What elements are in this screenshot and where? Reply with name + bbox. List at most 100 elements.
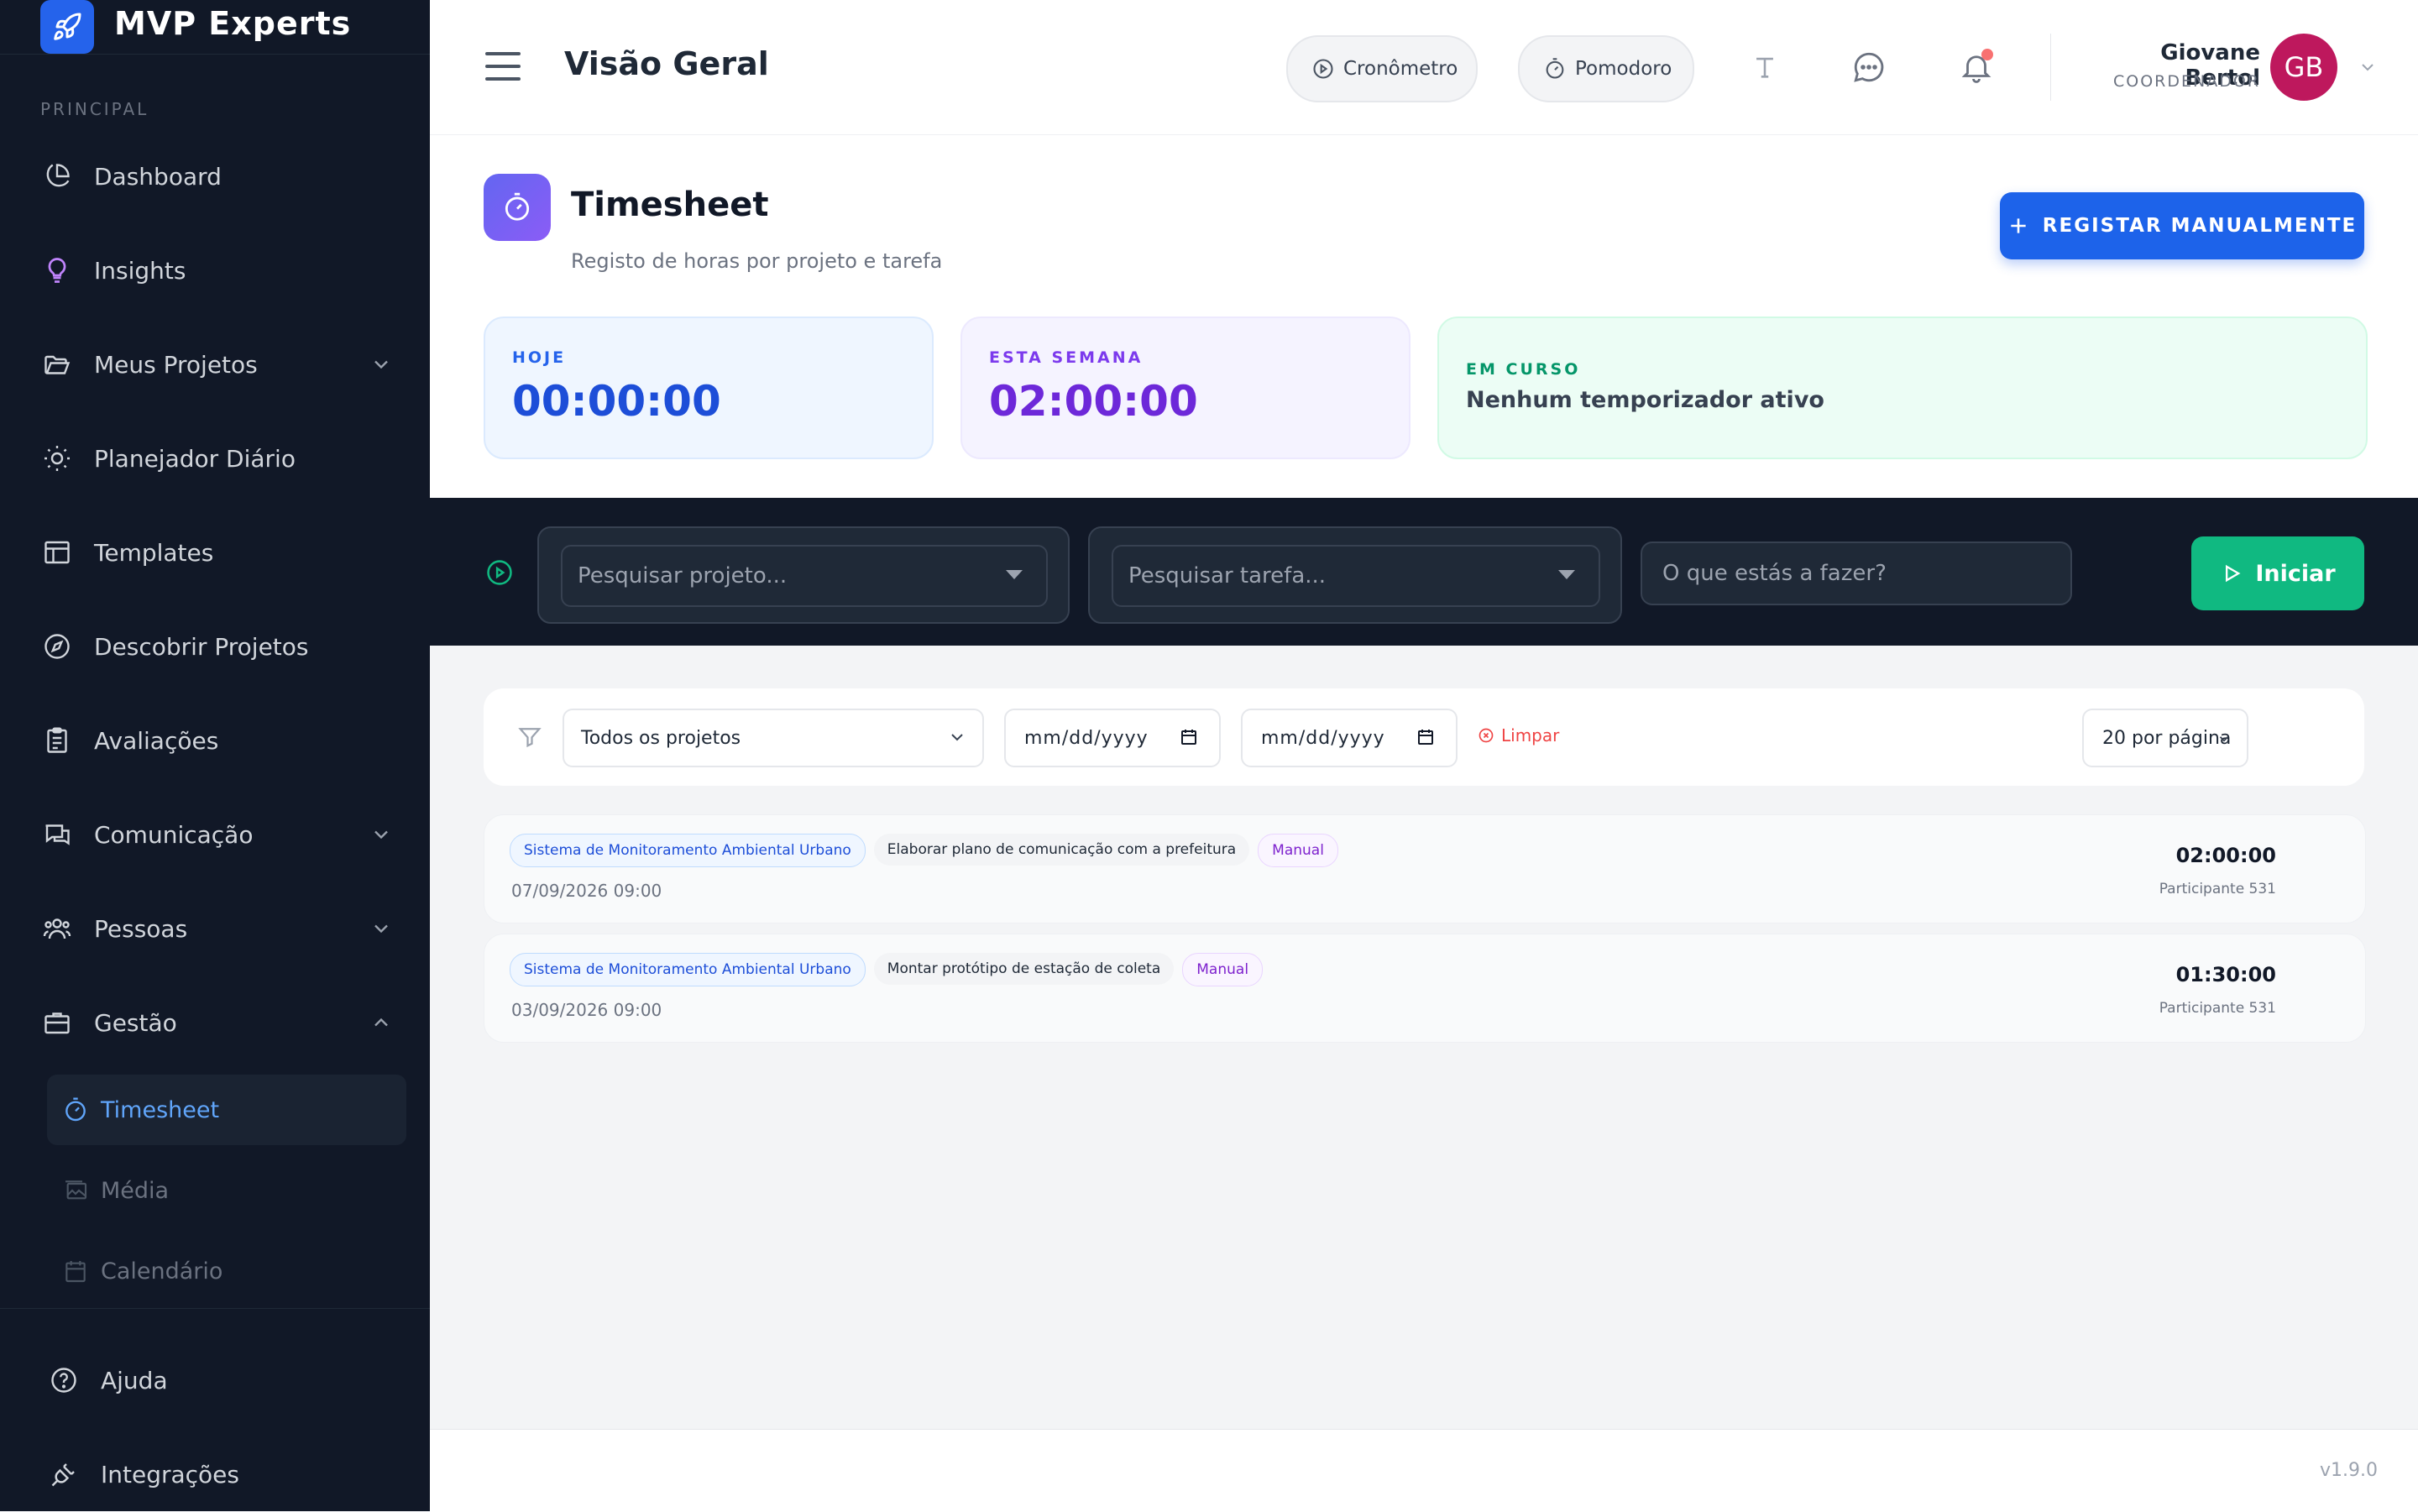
clear-filters-link[interactable]: Limpar [1478,725,1559,746]
sidebar-item-descobrir[interactable]: Descobrir Projetos [40,621,393,672]
footer: v1.9.0 [430,1429,2418,1512]
list-item[interactable]: Sistema de Monitoramento Ambiental Urban… [484,814,2366,923]
sidebar-subitem-media[interactable]: Média [47,1155,406,1226]
bell-icon[interactable] [1956,47,1997,87]
task-select[interactable]: Pesquisar tarefa... [1112,545,1600,607]
sun-icon [40,442,74,475]
calendar-icon[interactable] [1416,727,1436,752]
sidebar-item-label: Dashboard [94,162,222,191]
version-label: v1.9.0 [2320,1460,2378,1481]
pie-chart-icon [40,160,74,193]
entry-duration: 01:30:00 [2175,963,2276,986]
sidebar-item-insights[interactable]: Insights [40,245,393,296]
sidebar-divider [0,1308,430,1309]
chevron-down-icon[interactable] [369,823,393,850]
brand-name: MVP Experts [114,5,352,42]
project-select[interactable]: Pesquisar projeto... [561,545,1048,607]
sidebar-item-planejador[interactable]: Planejador Diário [40,433,393,484]
chat-icon [40,818,74,851]
chevron-down-icon[interactable] [369,353,393,379]
menu-icon[interactable] [485,50,521,82]
user-role: COORDENADOR [2112,72,2260,91]
sidebar-item-meus-projetos[interactable]: Meus Projetos [40,339,393,390]
timer-icon [1543,57,1567,81]
timesheet-title: Timesheet [571,186,769,224]
date-from-input[interactable]: mm/dd/yyyy [1004,709,1221,767]
plug-icon [47,1457,81,1491]
filter-bar: Todos os projetos mm/dd/yyyy mm/dd/yyyy … [484,688,2364,786]
sidebar-subitem-timesheet[interactable]: Timesheet [47,1075,406,1145]
pomodoro-button[interactable]: Pomodoro [1518,35,1694,102]
chevron-down-icon[interactable] [369,917,393,944]
stat-label-week: ESTA SEMANA [989,348,1144,367]
sidebar-item-gestao[interactable]: Gestão [40,997,393,1048]
start-button[interactable]: Iniciar [2191,536,2364,610]
project-filter-select[interactable]: Todos os projetos [563,709,984,767]
brand[interactable]: MVP Experts [0,0,430,55]
sidebar-item-integracoes[interactable]: Integrações [47,1449,400,1499]
text-size-icon[interactable] [1745,47,1785,87]
list-item[interactable]: Sistema de Monitoramento Ambiental Urban… [484,934,2366,1043]
per-page-value: 20 por página [2102,727,2232,749]
date-to-input[interactable]: mm/dd/yyyy [1241,709,1458,767]
entry-participant: Participante 531 [2159,1000,2276,1017]
sidebar-item-pessoas[interactable]: Pessoas [40,903,393,954]
play-icon [2220,562,2243,585]
sidebar-item-dashboard[interactable]: Dashboard [40,151,393,201]
sidebar-item-ajuda[interactable]: Ajuda [47,1355,400,1405]
entry-duration: 02:00:00 [2175,844,2276,867]
stat-card-today: HOJE 00:00:00 [484,317,934,459]
timesheet-subtitle: Registo de horas por projeto e tarefa [571,249,943,273]
sidebar-item-label: Avaliações [94,726,219,755]
layout-icon [40,536,74,569]
stat-value-running: Nenhum temporizador ativo [1466,387,1824,413]
stopwatch-icon [484,174,551,241]
sidebar-subitem-label: Média [101,1177,170,1204]
chevron-down-icon [947,727,967,752]
type-badge: Manual [1182,953,1264,986]
avatar[interactable]: GB [2270,34,2337,101]
entry-date: 07/09/2026 09:00 [511,881,662,901]
sidebar-subitem-calendario[interactable]: Calendário [47,1236,406,1306]
stopwatch-icon [60,1095,91,1125]
register-manual-label: REGISTAR MANUALMENTE [2042,215,2358,237]
x-circle-icon [1478,727,1494,744]
pomodoro-label: Pomodoro [1575,58,1672,80]
sidebar-item-comunicacao[interactable]: Comunicação [40,809,393,860]
folder-icon [40,348,74,381]
sidebar-item-avaliacoes[interactable]: Avaliações [40,715,393,766]
help-icon [47,1363,81,1397]
compass-icon [40,630,74,663]
sidebar-item-templates[interactable]: Templates [40,527,393,578]
per-page-select[interactable]: 20 por página [2082,709,2248,767]
sidebar-item-label: Descobrir Projetos [94,632,309,661]
calendar-icon[interactable] [1179,727,1199,752]
caret-down-icon [1558,570,1575,579]
type-badge: Manual [1258,834,1338,867]
rocket-icon [40,0,94,54]
header-separator [2050,34,2051,101]
register-manual-button[interactable]: REGISTAR MANUALMENTE [2000,192,2364,259]
sidebar-item-label: Insights [94,256,186,285]
entry-tags: Sistema de Monitoramento Ambiental Urban… [510,834,1347,867]
sidebar-subitem-label: Timesheet [101,1096,220,1123]
sidebar: MVP Experts PRINCIPAL Dashboard Insights… [0,0,430,1511]
chevron-down-icon[interactable] [2358,57,2378,81]
project-placeholder: Pesquisar projeto... [578,563,788,589]
cronometro-button[interactable]: Cronômetro [1286,35,1478,102]
date-to-value: mm/dd/yyyy [1261,727,1385,749]
stat-card-running: EM CURSO Nenhum temporizador ativo [1437,317,2368,459]
project-tag: Sistema de Monitoramento Ambiental Urban… [510,834,866,867]
chevron-up-icon[interactable] [369,1011,393,1038]
sidebar-item-label: Planejador Diário [94,444,296,473]
sidebar-item-label: Integrações [101,1460,239,1488]
section-label: PRINCIPAL [40,99,149,119]
sidebar-item-label: Gestão [94,1008,177,1037]
chat-bubble-icon[interactable] [1849,47,1889,87]
clear-filters-label: Limpar [1501,725,1560,746]
sidebar-item-label: Meus Projetos [94,350,258,379]
stat-label-today: HOJE [512,348,567,367]
doing-input[interactable]: O que estás a fazer? [1641,541,2072,605]
calendar-icon [60,1256,91,1286]
entry-participant: Participante 531 [2159,881,2276,897]
